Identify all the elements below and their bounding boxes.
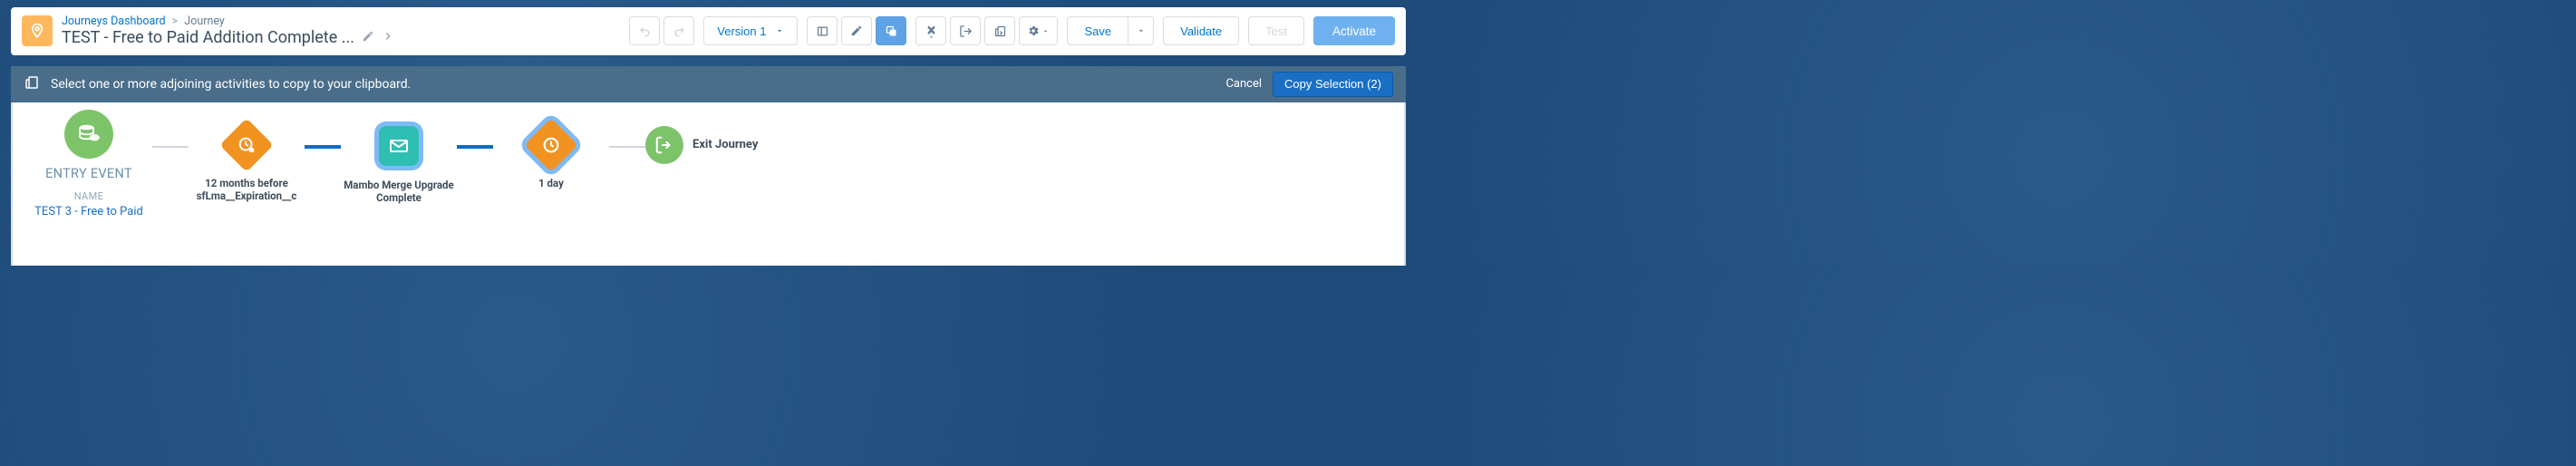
instruction-message: Select one or more adjoining activities … xyxy=(51,77,1215,92)
connector-line xyxy=(152,146,189,148)
wait-expiration-node[interactable]: 12 months before sfLma__Expiration__c xyxy=(189,110,305,203)
email-node[interactable]: Mambo Merge Upgrade Complete xyxy=(341,110,457,205)
clipboard-copy-icon xyxy=(24,74,40,94)
exit-journey-node[interactable]: Exit Journey xyxy=(645,110,758,164)
exit-door-icon xyxy=(645,126,683,164)
map-pin-icon xyxy=(22,15,53,46)
version-dropdown[interactable]: Version 1 xyxy=(703,16,798,45)
breadcrumb-and-title: Journeys Dashboard > Journey TEST - Free… xyxy=(62,15,394,48)
pencil-icon[interactable] xyxy=(362,29,374,46)
entry-event-heading: ENTRY EVENT xyxy=(45,166,132,181)
chevron-right-icon[interactable] xyxy=(382,29,394,46)
cancel-button[interactable]: Cancel xyxy=(1225,77,1262,91)
wait-duration-icon xyxy=(524,118,577,171)
breadcrumb-separator: > xyxy=(172,15,179,28)
exit-journey-label: Exit Journey xyxy=(692,138,758,151)
tools-group xyxy=(915,16,1058,45)
entry-name-label: NAME xyxy=(74,190,104,202)
database-cloud-icon xyxy=(64,110,113,159)
breadcrumb: Journeys Dashboard > Journey xyxy=(62,15,394,28)
view-mode-group xyxy=(807,16,906,45)
settings-dropdown[interactable] xyxy=(1019,16,1058,45)
connector-line-selected xyxy=(305,145,341,149)
redo-button[interactable] xyxy=(663,16,694,45)
page-title: TEST - Free to Paid Addition Complete ..… xyxy=(62,28,354,48)
connector-line-selected xyxy=(457,145,493,149)
save-button[interactable]: Save xyxy=(1067,16,1128,45)
connector-line xyxy=(609,146,645,148)
journey-canvas[interactable]: ENTRY EVENT NAME TEST 3 - Free to Paid 1… xyxy=(11,102,1406,266)
entry-name-value: TEST 3 - Free to Paid xyxy=(34,205,143,218)
copy-mode-button[interactable] xyxy=(876,16,906,45)
breadcrumb-current: Journey xyxy=(184,15,225,28)
wait-day-node[interactable]: 1 day xyxy=(493,110,609,189)
wait-attribute-icon xyxy=(219,118,273,171)
undo-redo-group xyxy=(629,16,694,45)
breadcrumb-dashboard-link[interactable]: Journeys Dashboard xyxy=(62,15,166,28)
undo-button[interactable] xyxy=(629,16,660,45)
copy-selection-button[interactable]: Copy Selection (2) xyxy=(1273,72,1393,97)
wait-day-label: 1 day xyxy=(538,177,564,189)
entry-event-node[interactable]: ENTRY EVENT NAME TEST 3 - Free to Paid xyxy=(25,110,152,218)
goals-button[interactable] xyxy=(915,16,946,45)
activate-button[interactable]: Activate xyxy=(1313,16,1395,45)
save-dropdown-button[interactable] xyxy=(1128,16,1154,45)
paste-button[interactable] xyxy=(984,16,1015,45)
exit-criteria-button[interactable] xyxy=(950,16,981,45)
journey-header: Journeys Dashboard > Journey TEST - Free… xyxy=(11,7,1406,55)
edit-mode-button[interactable] xyxy=(841,16,872,45)
copy-instruction-bar: Select one or more adjoining activities … xyxy=(11,66,1406,102)
version-label: Version 1 xyxy=(717,24,766,38)
wait-expiration-label: 12 months before sfLma__Expiration__c xyxy=(189,177,305,203)
panel-toggle-button[interactable] xyxy=(807,16,838,45)
validate-button[interactable]: Validate xyxy=(1163,16,1239,45)
email-icon xyxy=(379,126,419,166)
email-label: Mambo Merge Upgrade Complete xyxy=(341,179,457,205)
test-button[interactable]: Test xyxy=(1248,16,1304,45)
